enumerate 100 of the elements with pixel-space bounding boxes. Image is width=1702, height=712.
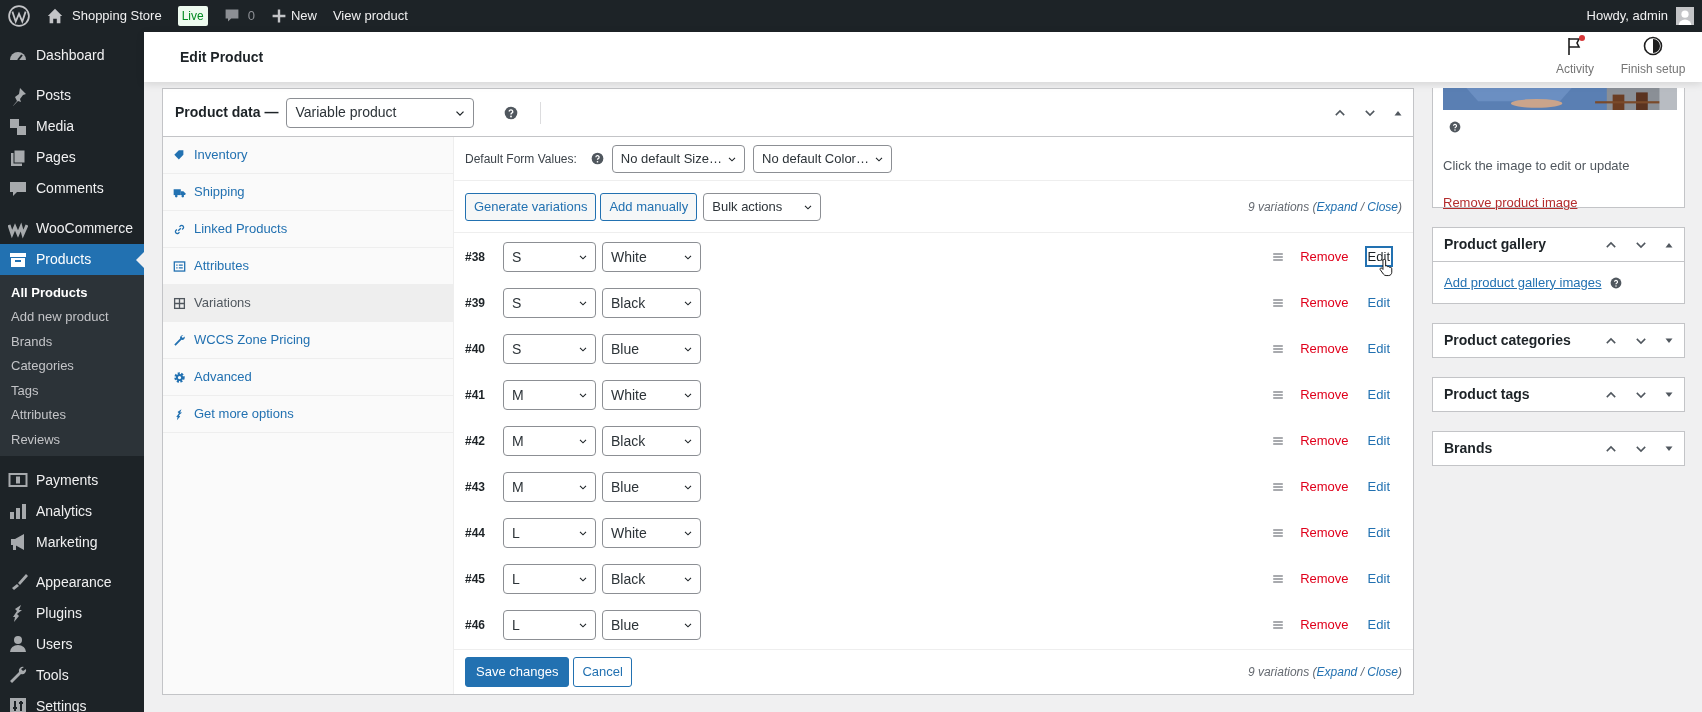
action-button[interactable]: Add manually <box>600 192 698 221</box>
drag-handle-icon <box>1272 435 1285 447</box>
help-icon <box>1609 276 1622 289</box>
menu-item[interactable]: Marketing <box>0 526 144 558</box>
summary-link[interactable]: Close <box>1367 665 1398 679</box>
default-value-select[interactable]: No default Color… <box>753 144 892 173</box>
summary-text: ) <box>1398 199 1402 214</box>
menu-item[interactable]: Users <box>0 628 144 660</box>
color-select[interactable]: White <box>602 518 701 548</box>
plus-icon <box>270 8 287 24</box>
greeting-link[interactable]: Howdy, admin <box>1586 6 1668 26</box>
submenu-item[interactable]: Attributes <box>0 402 144 427</box>
variation-id: #46 <box>465 617 487 634</box>
color-select[interactable]: Blue <box>602 334 701 364</box>
view-product-link[interactable]: View product <box>332 6 408 26</box>
tab[interactable]: Shipping <box>163 174 453 211</box>
remove-image-link[interactable]: Remove product image <box>1443 195 1578 210</box>
size-select[interactable]: L <box>503 518 596 548</box>
submenu-item[interactable]: Tags <box>0 378 144 403</box>
summary-link[interactable]: Close <box>1367 199 1398 214</box>
color-select[interactable]: Blue <box>602 610 701 640</box>
remove-link[interactable]: Remove <box>1300 523 1349 543</box>
panel-title: Product categories <box>1444 331 1571 350</box>
menu-item[interactable]: Pages <box>0 142 144 173</box>
summary-link[interactable]: Expand <box>1316 199 1358 214</box>
menu-item[interactable]: Plugins <box>0 597 144 629</box>
size-select[interactable]: M <box>503 380 596 410</box>
help-icon <box>504 105 519 120</box>
submenu-item[interactable]: Add new product <box>0 304 144 329</box>
size-select[interactable]: L <box>503 610 596 640</box>
comment-count[interactable]: 0 <box>247 6 255 26</box>
menu-item[interactable]: WooCommerce <box>0 213 144 244</box>
tab[interactable]: Get more options <box>163 396 453 433</box>
remove-link[interactable]: Remove <box>1300 293 1349 313</box>
menu-item[interactable]: Dashboard <box>0 40 144 71</box>
menu-item[interactable]: Tools <box>0 659 144 691</box>
panel-title: Product tags <box>1444 385 1530 404</box>
size-select[interactable]: M <box>503 472 596 502</box>
drag-handle-icon <box>1272 481 1285 493</box>
remove-link[interactable]: Remove <box>1300 339 1349 359</box>
header-action-label[interactable]: Activity <box>1556 60 1594 78</box>
submenu-item[interactable]: Brands <box>0 329 144 354</box>
size-select[interactable]: S <box>503 242 596 272</box>
new-link[interactable]: New <box>290 6 317 26</box>
menu-item[interactable]: Posts <box>0 80 144 111</box>
submenu-item[interactable]: Reviews <box>0 427 144 452</box>
variation-id: #38 <box>465 249 487 266</box>
remove-link[interactable]: Remove <box>1300 615 1349 635</box>
logo-icon <box>8 5 30 27</box>
action-button[interactable]: Generate variations <box>465 192 597 221</box>
edit-link[interactable]: Edit <box>1364 614 1393 636</box>
remove-link[interactable]: Remove <box>1300 477 1349 497</box>
tab[interactable]: Inventory <box>163 137 453 174</box>
color-select[interactable]: White <box>602 380 701 410</box>
drag-handle-icon <box>1272 527 1285 539</box>
edit-link[interactable]: Edit <box>1364 384 1393 406</box>
bulk-actions-select[interactable]: Bulk actions <box>703 192 822 221</box>
submenu-item[interactable]: All Products <box>0 280 144 305</box>
remove-link[interactable]: Remove <box>1300 569 1349 589</box>
comment-icon <box>223 8 240 24</box>
color-select[interactable]: Blue <box>602 472 701 502</box>
menu-item[interactable]: Analytics <box>0 495 144 527</box>
edit-link[interactable]: Edit <box>1364 338 1393 360</box>
save-button[interactable]: Save changes <box>465 657 570 687</box>
remove-link[interactable]: Remove <box>1300 431 1349 451</box>
cancel-button[interactable]: Cancel <box>573 657 632 687</box>
tab[interactable]: WCCS Zone Pricing <box>163 322 453 359</box>
tab[interactable]: Linked Products <box>163 211 453 248</box>
tab[interactable]: Advanced <box>163 359 453 396</box>
size-select[interactable]: S <box>503 288 596 318</box>
menu-item[interactable]: Comments <box>0 173 144 204</box>
summary-link[interactable]: Expand <box>1316 665 1358 679</box>
submenu-item[interactable]: Categories <box>0 353 144 378</box>
color-select[interactable]: Black <box>602 426 701 456</box>
color-select[interactable]: Black <box>602 288 701 318</box>
size-select[interactable]: S <box>503 334 596 364</box>
default-value-select[interactable]: No default Size… <box>611 144 745 173</box>
color-select[interactable]: Black <box>602 564 701 594</box>
edit-link[interactable]: Edit <box>1364 476 1393 498</box>
product-type-select[interactable]: Variable product <box>286 97 475 128</box>
menu-item[interactable]: Media <box>0 111 144 142</box>
size-select[interactable]: L <box>503 564 596 594</box>
variation-id: #39 <box>465 295 487 312</box>
add-gallery-link[interactable]: Add product gallery images <box>1444 272 1602 293</box>
size-select[interactable]: M <box>503 426 596 456</box>
site-name-link[interactable]: Shopping Store <box>72 6 162 26</box>
menu-item[interactable]: Payments <box>0 464 144 496</box>
edit-link[interactable]: Edit <box>1364 430 1393 452</box>
edit-link[interactable]: Edit <box>1364 292 1393 314</box>
remove-link[interactable]: Remove <box>1300 247 1349 267</box>
tab[interactable]: Variations <box>163 285 453 322</box>
edit-link[interactable]: Edit <box>1364 568 1393 590</box>
edit-link[interactable]: Edit <box>1364 522 1393 544</box>
drag-handle-icon <box>1272 297 1285 309</box>
menu-item[interactable]: Products <box>0 244 144 275</box>
color-select[interactable]: White <box>602 242 701 272</box>
drag-handle-icon <box>1272 389 1285 401</box>
menu-item[interactable]: Appearance <box>0 566 144 598</box>
remove-link[interactable]: Remove <box>1300 385 1349 405</box>
header-action-label[interactable]: Finish setup <box>1620 60 1686 78</box>
